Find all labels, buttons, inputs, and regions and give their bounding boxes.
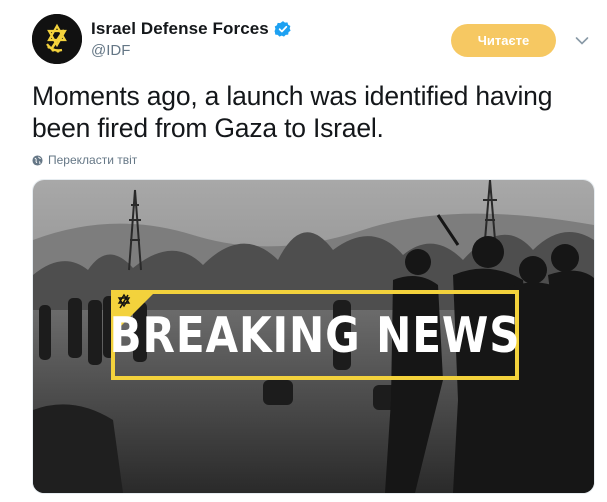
avatar[interactable] [32,14,82,64]
chevron-down-icon[interactable] [575,36,589,46]
translate-tweet-label: Перекласти твіт [48,153,138,167]
idf-emblem-icon [32,14,82,64]
following-button[interactable]: Читаєте [451,24,556,57]
author-info: Israel Defense Forces @IDF [91,19,292,59]
breaking-news-text: BREAKING NEWS [109,306,521,364]
account-handle[interactable]: @IDF [91,42,292,59]
tweet-text: Moments ago, a launch was identified hav… [32,81,553,143]
verified-badge-icon [274,21,291,37]
account-name[interactable]: Israel Defense Forces [91,19,269,39]
tweet-media-image[interactable]: BREAKING NEWS [32,179,595,494]
translate-tweet-link[interactable]: Перекласти твіт [32,153,137,167]
globe-icon [32,154,43,166]
tweet: Israel Defense Forces @IDF Читаєте Momen… [0,0,607,502]
